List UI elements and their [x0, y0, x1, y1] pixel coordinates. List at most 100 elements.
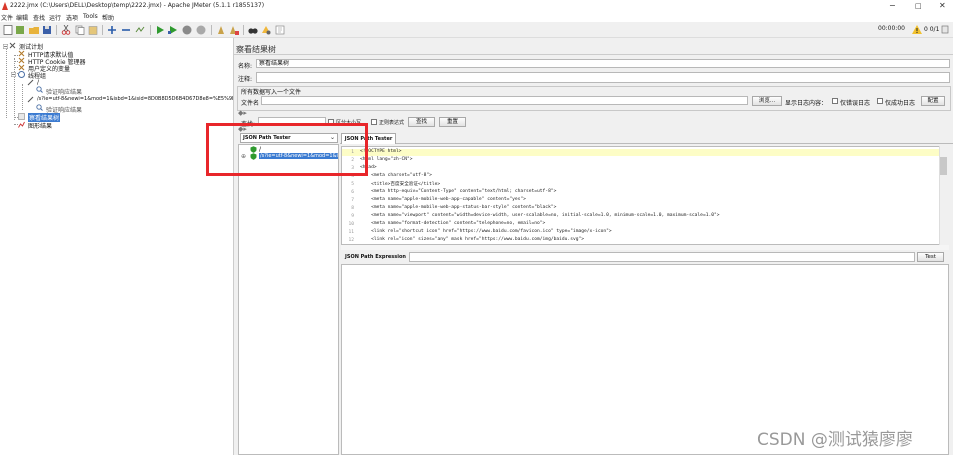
code-line: <meta name="viewport" content="width=dev…: [360, 213, 720, 218]
minimize-icon[interactable]: −: [889, 1, 896, 10]
config-element-icon: [18, 57, 25, 64]
menu-edit[interactable]: 编辑: [16, 13, 28, 22]
log-content-label: 显示日志内容：: [785, 100, 828, 107]
line-number: 11: [348, 230, 354, 235]
filename-label: 文件名: [241, 100, 260, 107]
tree-item-graph-results[interactable]: 图形结果: [28, 121, 52, 130]
menu-search[interactable]: 查找: [33, 13, 45, 22]
line-number: 8: [351, 206, 354, 211]
shutdown-icon[interactable]: [196, 25, 206, 35]
code-line: <meta name="apple-mobile-web-app-status-…: [360, 205, 557, 210]
find-button[interactable]: 查找: [408, 117, 435, 127]
code-line: <meta http-equiv="Content-Type" content=…: [360, 189, 557, 194]
paste-icon[interactable]: [88, 25, 98, 35]
only-success-label: 仅成功日志: [885, 100, 916, 107]
line-number: 10: [348, 222, 354, 227]
menu-bar: 文件 编辑 查找 运行 选项 Tools 帮助: [0, 12, 953, 22]
new-icon[interactable]: [3, 25, 13, 35]
regex-label: 正则表达式: [379, 120, 405, 126]
code-line: <meta name="format-detection" content="t…: [360, 221, 546, 226]
reset-button[interactable]: 重置: [439, 117, 466, 127]
title-bar: 2222.jmx (C:\Users\DELL\Desktop\temp\222…: [0, 0, 953, 12]
thread-status-icon: [941, 25, 949, 34]
result-tab-bar: [340, 133, 953, 144]
start-no-pause-icon[interactable]: [168, 25, 178, 35]
collapse-toggle-icon[interactable]: [3, 44, 8, 49]
error-count: 0 0/1: [924, 26, 940, 33]
line-number: 6: [351, 190, 354, 195]
elapsed-timer: 00:00:00: [878, 25, 905, 32]
config-element-icon: [18, 50, 25, 57]
line-number: 5: [351, 182, 354, 187]
tree-item-sampler-root[interactable]: /: [37, 79, 39, 86]
sample-result-tree: [238, 144, 339, 455]
test-plan-icon: [9, 42, 16, 49]
panel-title: 察看结果树: [236, 45, 276, 54]
only-errors-checkbox[interactable]: [832, 98, 838, 104]
code-line: <meta name="apple-mobile-web-app-capable…: [360, 197, 526, 202]
only-success-checkbox[interactable]: [877, 98, 883, 104]
assertion-icon: [36, 104, 43, 111]
clear-all-icon[interactable]: [229, 25, 239, 35]
jmeter-logo-icon: [2, 2, 8, 10]
menu-tools[interactable]: Tools: [83, 13, 98, 20]
test-button[interactable]: Test: [917, 252, 944, 262]
save-icon[interactable]: [42, 25, 52, 35]
start-icon[interactable]: [155, 25, 165, 35]
thread-group-icon: [18, 71, 25, 78]
graph-listener-icon: [18, 121, 25, 128]
menu-options[interactable]: 选项: [66, 13, 78, 22]
menu-help[interactable]: 帮助: [102, 13, 114, 22]
filename-field[interactable]: [261, 96, 748, 105]
reset-search-icon[interactable]: [261, 25, 271, 35]
divider-grip-icon[interactable]: ◆▸: [238, 109, 247, 117]
collapse-toggle-icon[interactable]: [11, 72, 16, 77]
config-element-icon: [18, 64, 25, 71]
clear-icon[interactable]: [216, 25, 226, 35]
browse-button[interactable]: 浏览...: [752, 96, 782, 106]
code-line: <title>百度安全验证</title>: [360, 182, 441, 187]
line-number: 12: [348, 238, 354, 243]
warning-icon[interactable]: [912, 25, 922, 34]
regex-checkbox[interactable]: [371, 119, 377, 125]
name-label: 名称:: [238, 63, 253, 70]
csdn-watermark: CSDN @测试猿廖廖: [757, 430, 913, 450]
listener-icon: [18, 113, 25, 120]
comment-label: 注释:: [238, 76, 253, 83]
stop-icon[interactable]: [182, 25, 192, 35]
line-number: 9: [351, 214, 354, 219]
expand-icon[interactable]: [107, 25, 117, 35]
maximize-icon[interactable]: □: [915, 2, 922, 10]
tree-item-assertion-1[interactable]: 验证响应结果: [46, 87, 82, 96]
collapse-icon[interactable]: [121, 25, 131, 35]
configure-button[interactable]: 配置: [921, 96, 945, 106]
templates-icon[interactable]: [15, 25, 25, 35]
panel-header: [234, 42, 953, 55]
sampler-icon: [27, 79, 34, 86]
code-line: <link rel="shortcut icon" href="https://…: [360, 229, 612, 234]
code-line: <link rel="icon" sizes="any" mask href="…: [360, 237, 585, 242]
copy-icon[interactable]: [75, 25, 85, 35]
window-title: 2222.jmx (C:\Users\DELL\Desktop\temp\222…: [10, 2, 265, 9]
search-binoculars-icon[interactable]: [248, 25, 258, 35]
code-line: <meta charset="utf-8">: [360, 173, 432, 178]
comment-field[interactable]: [256, 72, 950, 83]
tree-item-sampler-search[interactable]: /s?ie=utf-8&newi=1&mod=1&isbd=1&isid=8D0…: [37, 96, 233, 102]
scrollbar-thumb[interactable]: [940, 157, 947, 175]
code-horizontal-scrollbar[interactable]: [341, 245, 949, 250]
only-errors-label: 仅错误日志: [840, 100, 871, 107]
cut-icon[interactable]: [61, 25, 71, 35]
json-path-expression-input[interactable]: [409, 252, 915, 262]
function-helper-icon[interactable]: [275, 25, 285, 35]
open-icon[interactable]: [29, 25, 39, 35]
toolbar: [0, 22, 953, 38]
menu-run[interactable]: 运行: [49, 13, 61, 22]
write-file-section-title: 所有数据写入一个文件: [241, 89, 302, 96]
menu-file[interactable]: 文件: [1, 13, 13, 22]
name-field[interactable]: 察看结果树: [256, 59, 950, 68]
toggle-icon[interactable]: [135, 25, 145, 35]
close-icon[interactable]: ✕: [939, 1, 946, 10]
red-annotation-box: [206, 123, 368, 176]
response-body-view[interactable]: 1 2 3 4 5 6 7 8 9 10 11 12 <!DOCTYPE htm…: [341, 146, 949, 245]
assertion-icon: [36, 86, 43, 93]
